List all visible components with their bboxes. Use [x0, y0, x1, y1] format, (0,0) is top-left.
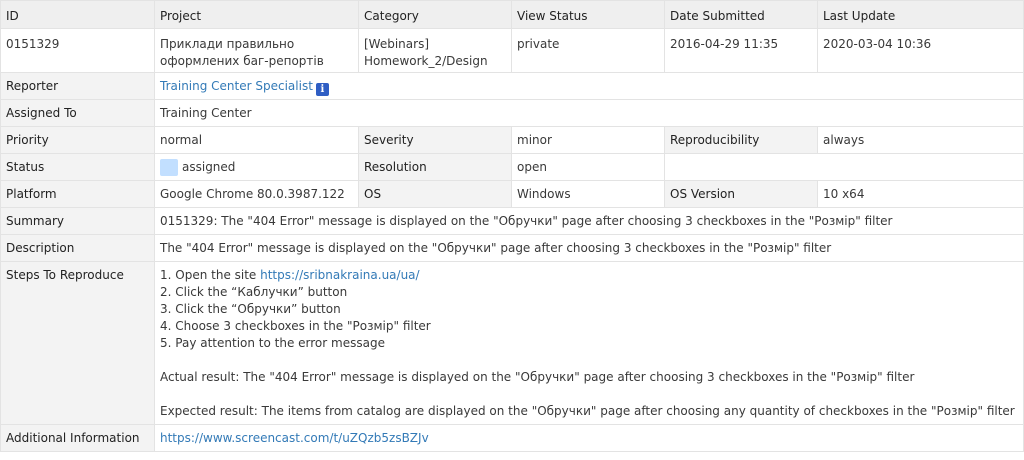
- severity-label: Severity: [358, 126, 512, 154]
- priority-value: normal: [154, 126, 359, 154]
- issue-details-table: ID Project Category View Status Date Sub…: [0, 0, 1024, 452]
- severity-value: minor: [511, 126, 665, 154]
- status-row: Status assigned Resolution open: [0, 153, 1024, 181]
- status-color-swatch: [160, 159, 178, 176]
- issue-project: Приклади правильно оформлених баг-репорт…: [154, 28, 359, 73]
- header-view-status: View Status: [511, 0, 665, 29]
- reproducibility-label: Reproducibility: [664, 126, 818, 154]
- reporter-label: Reporter: [0, 72, 155, 100]
- resolution-value: open: [511, 153, 665, 181]
- description-value: The "404 Error" message is displayed on …: [154, 234, 1024, 262]
- platform-label: Platform: [0, 180, 155, 208]
- summary-label: Summary: [0, 207, 155, 235]
- os-version-value: 10 x64: [817, 180, 1024, 208]
- step-2: 2. Click the “Каблучки” button: [160, 285, 348, 299]
- status-label: Status: [0, 153, 155, 181]
- additional-info-label: Additional Information: [0, 424, 155, 452]
- expected-result: Expected result: The items from catalog …: [160, 404, 1015, 418]
- os-version-label: OS Version: [664, 180, 818, 208]
- platform-row: Platform Google Chrome 80.0.3987.122 OS …: [0, 180, 1024, 208]
- description-row: Description The "404 Error" message is d…: [0, 234, 1024, 262]
- reporter-row: Reporter Training Center Specialist i: [0, 72, 1024, 100]
- step-1-text: 1. Open the site: [160, 268, 261, 282]
- issue-date-submitted: 2016-04-29 11:35: [664, 28, 818, 73]
- summary-value: 0151329: The "404 Error" message is disp…: [154, 207, 1024, 235]
- issue-last-update: 2020-03-04 10:36: [817, 28, 1024, 73]
- issue-summary-row: 0151329 Приклади правильно оформлених ба…: [0, 28, 1024, 73]
- step-3: 3. Click the “Обручки” button: [160, 302, 341, 316]
- assigned-to-value: Training Center: [154, 99, 1024, 127]
- header-project: Project: [154, 0, 359, 29]
- resolution-label: Resolution: [358, 153, 512, 181]
- issue-id: 0151329: [0, 28, 155, 73]
- reporter-value-cell: Training Center Specialist i: [154, 72, 1024, 100]
- header-id: ID: [0, 0, 155, 29]
- description-label: Description: [0, 234, 155, 262]
- steps-value: 1. Open the site https://sribnakraina.ua…: [154, 261, 1024, 425]
- step-1: 1. Open the site https://sribnakraina.ua…: [160, 267, 1018, 284]
- issue-view-status: private: [511, 28, 665, 73]
- actual-result: Actual result: The "404 Error" message i…: [160, 370, 915, 384]
- header-last-update: Last Update: [817, 0, 1024, 29]
- step-4: 4. Choose 3 checkboxes in the "Розмір" f…: [160, 319, 431, 333]
- platform-value: Google Chrome 80.0.3987.122: [154, 180, 359, 208]
- header-row: ID Project Category View Status Date Sub…: [0, 0, 1024, 29]
- status-value: assigned: [182, 160, 236, 174]
- header-date-submitted: Date Submitted: [664, 0, 818, 29]
- steps-label: Steps To Reproduce: [0, 261, 155, 425]
- additional-info-row: Additional Information https://www.scree…: [0, 424, 1024, 452]
- status-value-cell: assigned: [154, 153, 359, 181]
- header-category: Category: [358, 0, 512, 29]
- screencast-link[interactable]: https://www.screencast.com/t/uZQzb5zsBZJ…: [160, 431, 429, 445]
- priority-row: Priority normal Severity minor Reproduci…: [0, 126, 1024, 154]
- step-5: 5. Pay attention to the error message: [160, 336, 385, 350]
- steps-spacer: [160, 352, 1018, 369]
- status-row-empty: [664, 153, 1024, 181]
- os-value: Windows: [511, 180, 665, 208]
- priority-label: Priority: [0, 126, 155, 154]
- assigned-to-label: Assigned To: [0, 99, 155, 127]
- steps-spacer: [160, 386, 1018, 403]
- info-icon[interactable]: i: [315, 83, 329, 96]
- issue-category: [Webinars] Homework_2/Design: [358, 28, 512, 73]
- steps-row: Steps To Reproduce 1. Open the site http…: [0, 261, 1024, 425]
- site-link[interactable]: https://sribnakraina.ua/ua/: [260, 268, 419, 282]
- additional-info-value-cell: https://www.screencast.com/t/uZQzb5zsBZJ…: [154, 424, 1024, 452]
- assigned-to-row: Assigned To Training Center: [0, 99, 1024, 127]
- reproducibility-value: always: [817, 126, 1024, 154]
- os-label: OS: [358, 180, 512, 208]
- summary-row: Summary 0151329: The "404 Error" message…: [0, 207, 1024, 235]
- reporter-link[interactable]: Training Center Specialist: [160, 79, 313, 93]
